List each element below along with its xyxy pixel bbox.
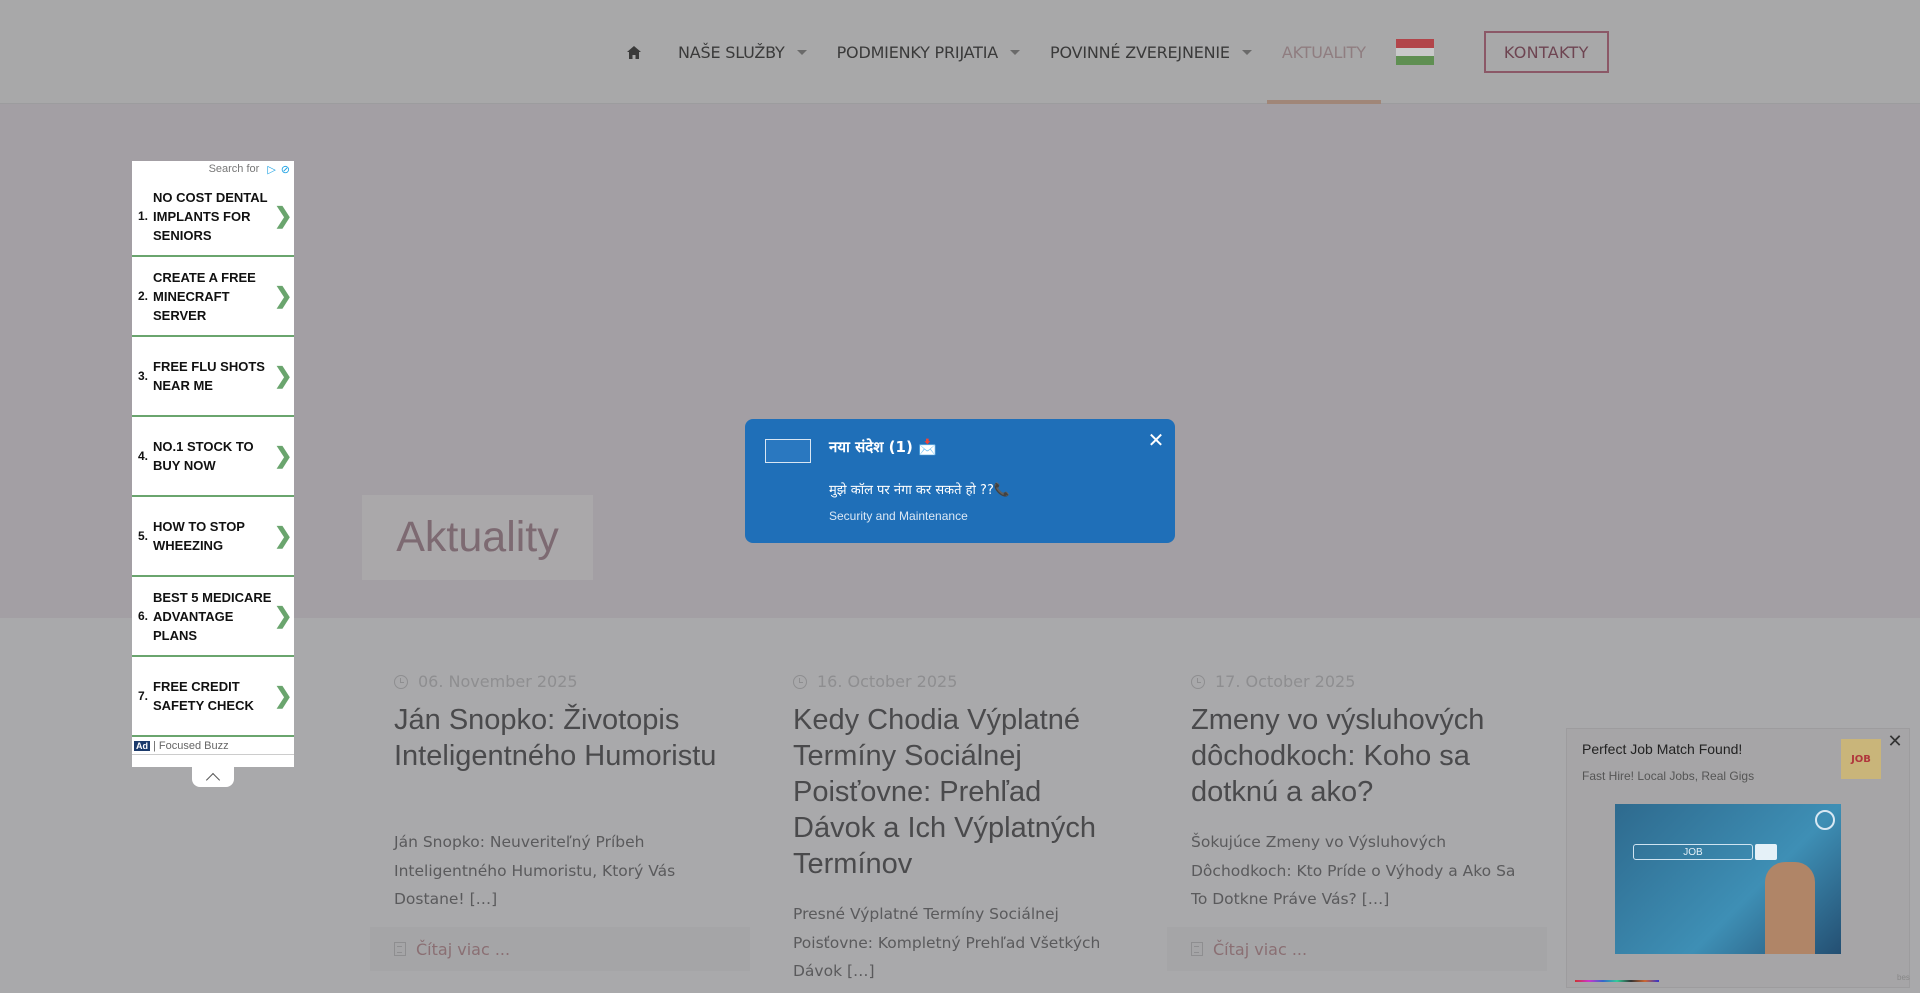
nav-item-label: POVINNÉ ZVEREJNENIE — [1050, 42, 1230, 62]
ad-item-label: FREE FLU SHOTS NEAR ME — [153, 359, 265, 393]
job-search-bar-graphic: JOB — [1633, 844, 1753, 860]
search-icon — [1755, 844, 1777, 860]
post-date: 16. October 2025 — [793, 672, 957, 691]
ad-link-item[interactable]: 1. NO COST DENTAL IMPLANTS FOR SENIORS ❯ — [132, 177, 294, 257]
ad-footer: Ad | Focused Buzz — [132, 737, 294, 755]
post-date-text: 06. November 2025 — [418, 672, 578, 691]
job-ad-thumbnail: JOB — [1841, 739, 1881, 779]
nav-item-podmienky-prijatia[interactable]: PODMIENKY PRIJATIA — [836, 0, 1021, 104]
document-icon — [394, 942, 406, 956]
job-ad-subtitle: Fast Hire! Local Jobs, Real Gigs — [1582, 769, 1755, 783]
chevron-right-icon: ❯ — [274, 203, 293, 228]
caret-down-icon — [1010, 49, 1021, 55]
ad-info-icon[interactable]: ⊘ — [281, 163, 290, 176]
notification-image — [765, 439, 811, 463]
hungarian-flag-icon[interactable] — [1395, 39, 1434, 66]
flag-stripe-green — [1395, 56, 1434, 66]
ad-provider-label: | Focused Buzz — [153, 739, 229, 752]
caret-down-icon — [1241, 49, 1252, 55]
main-nav: NAŠE SLUŽBY PODMIENKY PRIJATIA POVINNÉ Z… — [620, 0, 1609, 104]
clock-icon — [1191, 674, 1205, 689]
post-date-text: 16. October 2025 — [817, 672, 958, 691]
nav-item-label: PODMIENKY PRIJATIA — [836, 42, 999, 62]
ad-item-label: HOW TO STOP WHEEZING — [153, 519, 245, 553]
ad-item-number: 5. — [138, 529, 149, 543]
clock-icon — [394, 674, 408, 689]
read-more-link[interactable]: Čítaj viac ... — [370, 927, 750, 971]
site-header: NAŠE SLUŽBY PODMIENKY PRIJATIA POVINNÉ Z… — [0, 0, 1920, 104]
post-date: 17. October 2025 — [1191, 672, 1355, 691]
post-title[interactable]: Kedy Chodia Výplatné Termíny Sociálnej P… — [793, 702, 1123, 882]
nav-item-label: NAŠE SLUŽBY — [678, 42, 785, 62]
notification-popup[interactable]: नया संदेश (1) 📩 मुझे कॉल पर नंगा कर सकते… — [745, 419, 1175, 543]
ad-link-item[interactable]: 4. NO.1 STOCK TO BUY NOW ❯ — [132, 417, 294, 497]
ad-link-item[interactable]: 7. FREE CREDIT SAFETY CHECK ❯ — [132, 657, 294, 737]
notification-source: Security and Maintenance — [829, 509, 968, 523]
nav-item-aktuality[interactable]: AKTUALITY — [1266, 0, 1381, 104]
job-ad-widget[interactable]: Perfect Job Match Found! Fast Hire! Loca… — [1566, 728, 1910, 988]
ad-link-item[interactable]: 6. BEST 5 MEDICARE ADVANTAGE PLANS ❯ — [132, 577, 294, 657]
ad-collapse-button[interactable] — [192, 767, 234, 788]
post-excerpt: Presné Výplatné Termíny Sociálnej Poisťo… — [793, 905, 1101, 980]
ad-link-item[interactable]: 3. FREE FLU SHOTS NEAR ME ❯ — [132, 337, 294, 417]
nav-item-nase-sluzby[interactable]: NAŠE SLUŽBY — [678, 0, 807, 104]
ad-item-number: 2. — [138, 289, 149, 303]
ad-item-number: 1. — [138, 209, 149, 223]
document-icon — [1191, 942, 1203, 956]
page-title: Aktuality — [396, 513, 559, 561]
color-dots-decoration — [1575, 980, 1659, 982]
job-ad-footer: bes — [1897, 973, 1910, 982]
ad-item-number: 4. — [138, 449, 149, 463]
chevron-right-icon: ❯ — [274, 523, 293, 548]
home-link[interactable] — [620, 38, 648, 66]
ad-header: Search for ▷ ⊘ — [132, 161, 294, 177]
read-more-link[interactable]: Čítaj viac ... — [1167, 927, 1547, 971]
chevron-right-icon: ❯ — [274, 683, 293, 708]
ad-sidebar: Search for ▷ ⊘ 1. NO COST DENTAL IMPLANT… — [132, 161, 294, 767]
notification-body: मुझे कॉल पर नंगा कर सकते हो ??📞 — [829, 483, 1011, 498]
hand-graphic — [1765, 862, 1815, 954]
nav-item-label: AKTUALITY — [1281, 42, 1366, 62]
chevron-right-icon: ❯ — [274, 603, 293, 628]
read-more-label: Čítaj viac ... — [1213, 939, 1308, 959]
flag-stripe-white — [1395, 47, 1434, 57]
ad-item-number: 7. — [138, 689, 149, 703]
read-more-label: Čítaj viac ... — [416, 939, 511, 959]
clock-icon — [793, 674, 807, 689]
chevron-right-icon: ❯ — [274, 363, 293, 388]
home-icon — [627, 45, 641, 59]
ad-item-label: NO COST DENTAL IMPLANTS FOR SENIORS — [153, 189, 268, 243]
post-title[interactable]: Zmeny vo výsluhových dôchodkoch: Koho sa… — [1191, 702, 1521, 810]
post-excerpt: Ján Snopko: Neuveriteľný Príbeh Intelige… — [394, 833, 676, 908]
ad-item-label: BEST 5 MEDICARE ADVANTAGE PLANS — [153, 589, 272, 643]
ad-item-number: 3. — [138, 369, 149, 383]
caret-down-icon — [796, 49, 807, 55]
chevron-up-icon — [205, 772, 221, 788]
contact-button[interactable]: KONTAKTY — [1483, 31, 1609, 73]
ad-item-number: 6. — [138, 609, 149, 623]
post-date-text: 17. October 2025 — [1215, 672, 1356, 691]
ad-badge: Ad — [134, 740, 150, 751]
post-date: 06. November 2025 — [394, 672, 578, 691]
ad-search-for-label: Search for — [208, 163, 260, 175]
close-icon[interactable]: ✕ — [1147, 430, 1165, 450]
ad-item-label: NO.1 STOCK TO BUY NOW — [153, 439, 254, 473]
post-title[interactable]: Ján Snopko: Životopis Inteligentného Hum… — [394, 702, 724, 774]
close-icon[interactable]: ✕ — [1886, 733, 1904, 751]
ad-choices-icon[interactable]: ▷ — [267, 163, 275, 176]
ad-item-label: FREE CREDIT SAFETY CHECK — [153, 679, 254, 713]
ad-link-item[interactable]: 2. CREATE A FREE MINECRAFT SERVER ❯ — [132, 257, 294, 337]
post-excerpt: Šokujúce Zmeny vo Výsluhových Dôchodkoch… — [1191, 833, 1516, 908]
ad-item-label: CREATE A FREE MINECRAFT SERVER — [153, 269, 256, 323]
chevron-right-icon: ❯ — [274, 443, 293, 468]
notification-title: नया संदेश (1) 📩 — [829, 438, 937, 456]
ad-link-item[interactable]: 5. HOW TO STOP WHEEZING ❯ — [132, 497, 294, 577]
chevron-right-icon: ❯ — [274, 283, 293, 308]
hero-title-box: Aktuality — [362, 495, 593, 580]
job-ad-title: Perfect Job Match Found! — [1582, 741, 1743, 757]
nav-item-povinne-zverejnenie[interactable]: POVINNÉ ZVEREJNENIE — [1050, 0, 1252, 104]
brand-logo-icon — [1815, 810, 1835, 830]
job-ad-image[interactable]: JOB — [1615, 804, 1841, 954]
flag-stripe-red — [1395, 39, 1434, 48]
